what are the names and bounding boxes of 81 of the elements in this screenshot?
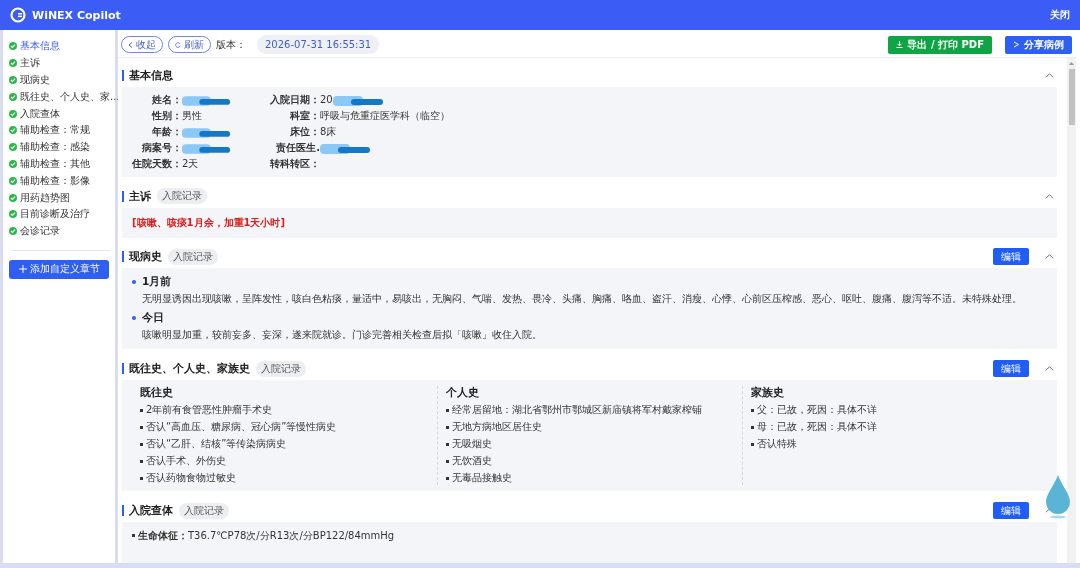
history-item: 否认药物食物过敏史: [146, 471, 236, 486]
history-item: 否认手术、外伤史: [146, 454, 226, 469]
field-label: 责任医生.: [275, 140, 320, 155]
history-item: 2年前有食管恶性肿瘤手术史: [146, 403, 273, 418]
field-label: 姓名：: [151, 92, 182, 107]
chief-complaint: [咳嗽、咳痰1月余，加重1天小时]: [132, 215, 287, 230]
sidebar-item[interactable]: 辅助检查：影像: [9, 172, 115, 190]
history-item: 否认“乙肝、结核”等传染病病史: [146, 437, 287, 452]
sidebar-item[interactable]: 用药趋势图: [9, 189, 115, 206]
plus-icon: [18, 265, 27, 274]
timeline-time: 今日: [142, 311, 164, 326]
history-item: 无毒品接触史: [452, 471, 512, 486]
timeline-time: 1月前: [142, 275, 172, 290]
logo-icon: [10, 7, 26, 23]
timeline-text: 咳嗽明显加重，较前妄多、妄深，遂来院就诊。门诊完善相关检查后拟「咳嗽」收住入院。: [141, 328, 543, 343]
sidebar-item[interactable]: 辅助检查：其他: [9, 155, 115, 173]
version-label: 版本：: [216, 37, 246, 52]
field-label: 科室：: [289, 108, 320, 123]
exam-item: 生命体征：T36.7℃P78次/分R13次/分BP122/84mmHg: [138, 529, 395, 543]
download-icon: [896, 41, 904, 48]
app-name: WiNEX Copilot: [32, 8, 122, 22]
field-value: 2天: [182, 156, 199, 171]
history-item: 无地方病地区居住史: [452, 420, 542, 435]
field-value: 呼吸与危重症医学科（临空）: [320, 108, 450, 123]
field-label: 住院天数：: [131, 156, 182, 171]
sidebar-item[interactable]: 基本信息: [9, 38, 115, 55]
refresh-icon: [175, 41, 181, 48]
section-title: 入院查体: [122, 505, 173, 517]
sidebar-item[interactable]: 辅助检查：常规: [9, 122, 115, 139]
sidebar-item[interactable]: 入院查体: [9, 105, 115, 122]
field-label: 入院日期：: [269, 92, 320, 107]
version-value: 2026-07-31 16:55:31: [257, 35, 380, 54]
share-icon: [1013, 41, 1020, 48]
field-label: 性别：: [150, 108, 182, 123]
field-label: 病案号：: [141, 140, 182, 155]
field-label: 转科转区：: [269, 156, 320, 171]
edit-button[interactable]: 编辑: [993, 248, 1029, 266]
source-tag: 入院记录: [168, 249, 218, 265]
collapse-icon[interactable]: [1045, 191, 1054, 201]
water-drop-icon[interactable]: [1044, 474, 1072, 520]
history-item: 否认特殊: [757, 437, 797, 452]
edit-button[interactable]: 编辑: [993, 502, 1029, 520]
scrollbar[interactable]: [1067, 58, 1076, 563]
column-heading: 个人史: [446, 386, 480, 401]
field-value: 8床: [320, 124, 337, 139]
collapse-icon[interactable]: [1045, 364, 1054, 374]
source-tag: 入院记录: [256, 360, 306, 377]
history-item: 否认“高血压、糖尿病、冠心病”等慢性病史: [146, 420, 337, 435]
section-title: 基本信息: [122, 69, 173, 81]
history-item: 无吸烟史: [452, 437, 492, 452]
chevron-left-icon: [128, 41, 133, 48]
collapse-button[interactable]: 收起: [121, 36, 163, 53]
section-title: 既往史、个人史、家族史: [122, 363, 250, 375]
history-item: 无饮酒史: [452, 454, 492, 469]
close-link[interactable]: 关闭: [1050, 8, 1070, 22]
history-item: 母：已故，死因：具体不详: [757, 420, 877, 435]
scroll-up-icon[interactable]: [1069, 62, 1074, 65]
timeline-text: 无明显诱因出现咳嗽，呈阵发性，咳白色粘痰，量适中，易咳出，无胸闷、气喘、发热、畏冷、头痛、胸痛、咯血、盗汗、消瘦、心悸、心前区压榨感、恶心、呕吐、腹痛、腹泻等不适。未特殊处理。: [141, 292, 1023, 307]
sidebar-item[interactable]: 现病史: [9, 71, 115, 89]
sidebar-item[interactable]: 会诊记录: [9, 222, 115, 240]
field-value: 20: [320, 94, 333, 106]
source-tag: 入院记录: [157, 188, 207, 205]
section-title: 主诉: [122, 190, 151, 202]
field-label: 床位：: [289, 124, 320, 139]
field-value: 男性: [182, 108, 202, 123]
sidebar-item[interactable]: 辅助检查：感染: [9, 138, 115, 156]
column-heading: 既往史: [140, 386, 174, 401]
sidebar-item[interactable]: 主诉: [9, 54, 115, 72]
collapse-icon[interactable]: [1045, 252, 1054, 262]
field-label: 年龄：: [151, 124, 182, 139]
refresh-button[interactable]: 刷新: [168, 36, 211, 53]
history-item: 父：已故，死因：具体不详: [757, 403, 877, 418]
section-title: 现病史: [122, 251, 162, 263]
add-section-button[interactable]: 添加自定义章节: [9, 259, 109, 279]
sidebar-item[interactable]: 目前诊断及治疗: [9, 205, 115, 223]
history-item: 经常居留地：湖北省鄂州市鄂城区新庙镇将军村戴家榨铺: [452, 403, 702, 418]
collapse-icon[interactable]: [1045, 70, 1054, 80]
share-button[interactable]: 分享病例: [1005, 35, 1072, 54]
edit-button[interactable]: 编辑: [993, 360, 1029, 378]
source-tag: 入院记录: [179, 502, 229, 519]
column-heading: 家族史: [751, 386, 785, 401]
